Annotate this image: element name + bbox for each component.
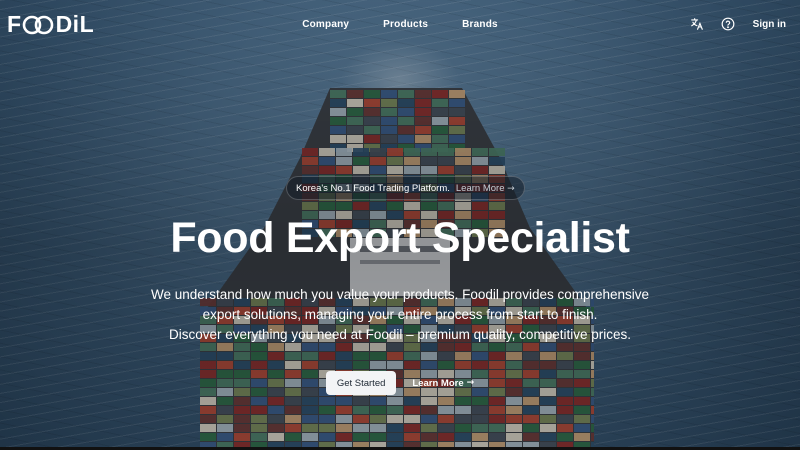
announcement-link[interactable]: Learn More → <box>456 183 515 194</box>
announcement-text: Korea's No.1 Food Trading Platform. <box>296 182 450 194</box>
description-line: Discover everything you need at Foodil –… <box>169 327 631 342</box>
learn-more-button[interactable]: Learn More → <box>412 378 474 389</box>
announcement-link-label: Learn More <box>455 182 505 194</box>
arrow-right-icon: → <box>507 183 515 194</box>
nav-company[interactable]: Company <box>302 19 349 30</box>
top-nav-bar: F DiL Company Products Brands Sign in <box>0 0 800 48</box>
translate-icon[interactable] <box>688 15 706 33</box>
announcement-badge[interactable]: Korea's No.1 Food Trading Platform. Lear… <box>286 176 525 200</box>
description-line: export solutions, managing your entire p… <box>202 307 598 322</box>
description-line: We understand how much you value your pr… <box>150 287 650 302</box>
header-actions: Sign in <box>688 0 786 48</box>
sign-in-link[interactable]: Sign in <box>753 19 786 30</box>
hero-title: Food Export Specialist <box>170 214 630 262</box>
nav-products[interactable]: Products <box>383 19 428 30</box>
get-started-button[interactable]: Get Started <box>325 371 397 395</box>
arrow-right-icon: → <box>466 378 475 388</box>
help-circle-icon[interactable] <box>719 15 737 33</box>
hero-description: We understand how much you value your pr… <box>0 285 800 345</box>
main-nav: Company Products Brands <box>0 0 800 48</box>
learn-more-label: Learn More <box>412 377 464 389</box>
hero-cta-group: Get Started Learn More → <box>0 371 800 395</box>
nav-brands[interactable]: Brands <box>462 19 498 30</box>
